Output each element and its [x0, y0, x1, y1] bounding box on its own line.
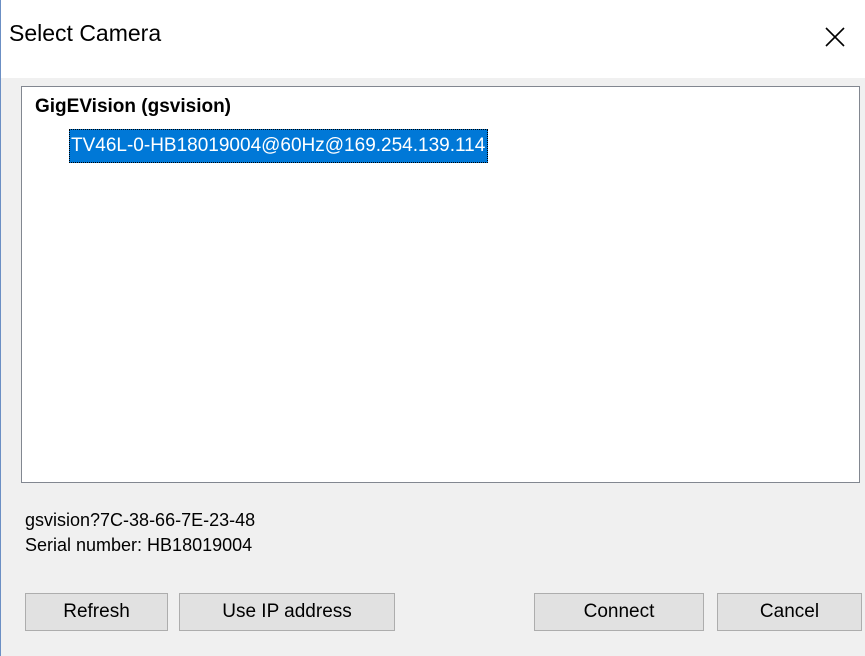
camera-list[interactable]: GigEVision (gsvision) TV46L-0-HB18019004…	[21, 86, 860, 483]
serial-number-text: Serial number: HB18019004	[25, 535, 253, 555]
close-button[interactable]	[805, 4, 865, 70]
refresh-button[interactable]: Refresh	[25, 593, 168, 631]
cancel-button[interactable]: Cancel	[717, 593, 862, 631]
close-icon	[825, 27, 845, 47]
device-id-text: gsvision?7C-38-66-7E-23-48	[25, 510, 256, 530]
use-ip-address-button[interactable]: Use IP address	[179, 593, 395, 631]
connect-button[interactable]: Connect	[534, 593, 704, 631]
camera-group-header: GigEVision (gsvision)	[35, 96, 232, 117]
select-camera-dialog: Select Camera GigEVision (gsvision) TV46…	[0, 0, 865, 656]
dialog-title: Select Camera	[9, 20, 162, 46]
title-bar: Select Camera	[1, 0, 865, 78]
camera-list-item[interactable]: TV46L-0-HB18019004@60Hz@169.254.139.114	[69, 129, 489, 163]
